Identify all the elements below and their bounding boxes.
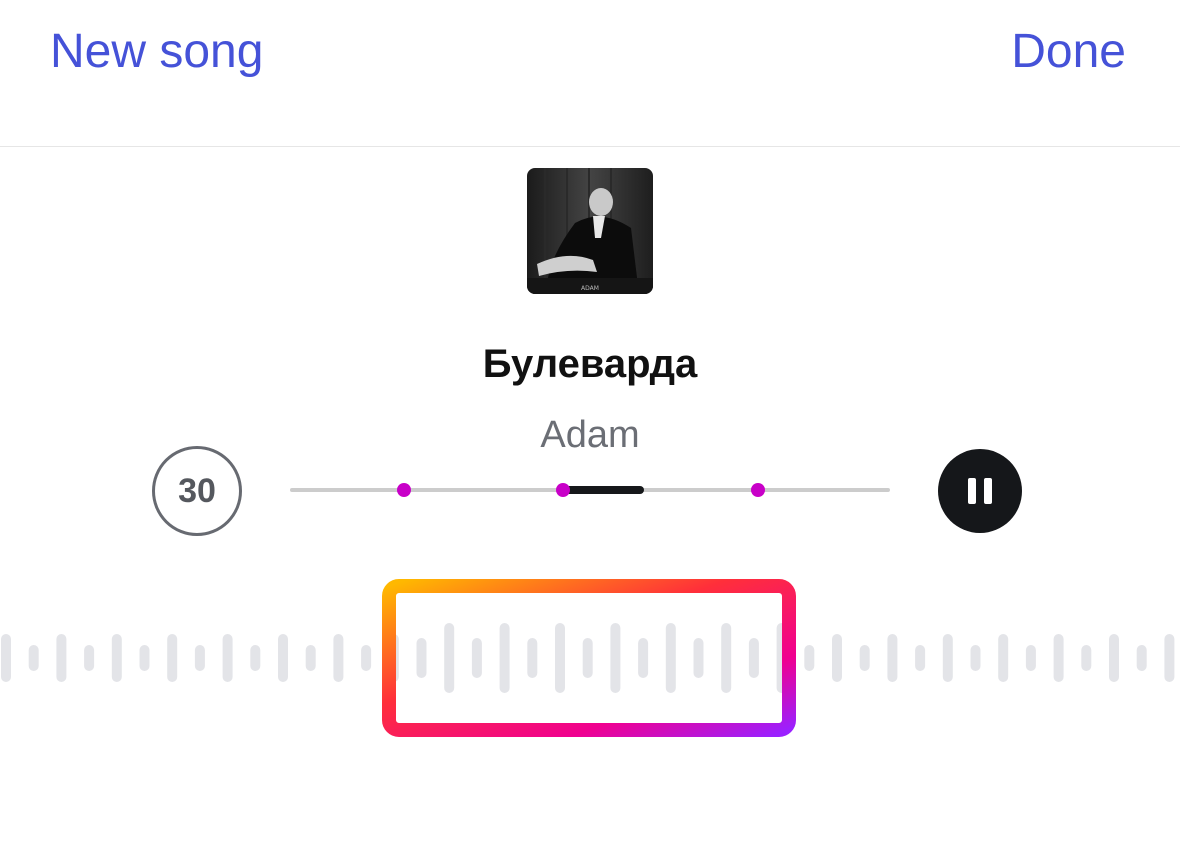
clip-duration-button[interactable]: 30: [152, 446, 242, 536]
waveform: [1, 579, 1175, 737]
waveform-bar: [1, 634, 11, 682]
waveform-bar: [333, 634, 344, 682]
song-timeline[interactable]: [290, 470, 890, 510]
waveform-bar: [610, 623, 621, 693]
waveform-bar: [970, 645, 981, 671]
pause-icon: [968, 478, 992, 504]
waveform-bar: [1109, 634, 1119, 682]
waveform-bar: [915, 645, 926, 671]
waveform-bar: [859, 645, 870, 671]
new-song-button[interactable]: New song: [50, 24, 263, 80]
waveform-bar: [194, 645, 205, 671]
waveform-bar: [111, 634, 122, 682]
cover-caption: ADAM: [581, 285, 599, 292]
waveform-bar: [804, 645, 815, 671]
timeline-selected-range[interactable]: [563, 486, 644, 494]
timeline-marker[interactable]: [397, 483, 411, 497]
waveform-scrubber[interactable]: [0, 560, 1180, 760]
waveform-bar: [56, 634, 67, 682]
timeline-marker[interactable]: [751, 483, 765, 497]
waveform-bar: [693, 638, 704, 678]
waveform-bar: [748, 638, 759, 678]
waveform-bar: [832, 634, 842, 682]
waveform-bar: [278, 634, 288, 682]
header-bar: New song Done: [0, 0, 1180, 147]
pause-button[interactable]: [938, 449, 1022, 533]
timeline-marker[interactable]: [556, 483, 570, 497]
waveform-bar: [998, 634, 1009, 682]
waveform-bar: [942, 634, 953, 682]
waveform-bar: [250, 645, 261, 671]
waveform-bar: [665, 623, 676, 693]
waveform-bar: [499, 623, 510, 693]
waveform-bar: [84, 645, 95, 671]
waveform-bar: [582, 638, 593, 678]
waveform-bar: [1053, 634, 1064, 682]
timeline-track: [290, 483, 890, 497]
waveform-bar: [721, 623, 732, 693]
waveform-bar: [638, 638, 649, 678]
waveform-bar: [1081, 645, 1092, 671]
waveform-bar: [1164, 634, 1175, 682]
waveform-bar: [222, 634, 233, 682]
clip-duration-label: 30: [178, 471, 216, 510]
waveform-bar: [305, 645, 316, 671]
waveform-bar: [139, 645, 150, 671]
song-title: Булеварда: [482, 342, 698, 386]
waveform-bar: [167, 634, 178, 682]
waveform-bar: [555, 623, 565, 693]
waveform-bar: [416, 638, 427, 678]
album-cover: ADAM: [527, 168, 653, 294]
waveform-bar: [444, 623, 455, 693]
waveform-bar: [28, 645, 39, 671]
done-button[interactable]: Done: [1011, 24, 1126, 80]
waveform-bar: [1025, 645, 1036, 671]
waveform-bar: [887, 634, 898, 682]
album-cover-art: ADAM: [527, 168, 653, 294]
waveform-bar: [471, 638, 482, 678]
waveform-bar: [527, 638, 538, 678]
waveform-bar: [1136, 645, 1147, 671]
waveform-bar: [361, 645, 372, 671]
